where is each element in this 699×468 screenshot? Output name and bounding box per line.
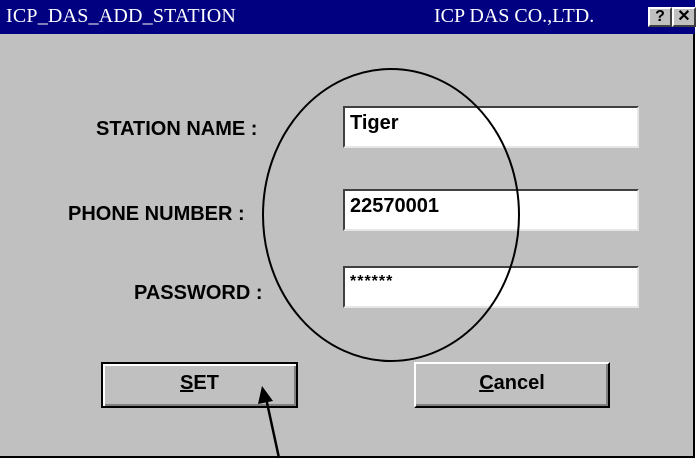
highlight-circle bbox=[262, 68, 520, 362]
arrow-shaft bbox=[264, 397, 281, 459]
annotation-overlay bbox=[258, 68, 520, 459]
arrow-icon bbox=[258, 386, 273, 404]
